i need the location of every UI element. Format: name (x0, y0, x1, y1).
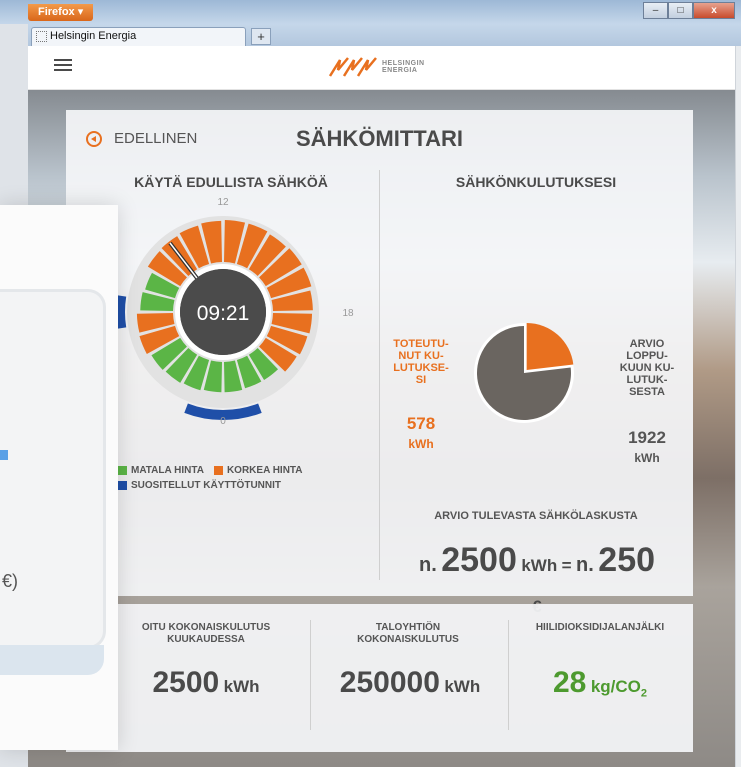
minimize-button[interactable]: – (643, 2, 668, 19)
bill-prefix-kwh: n. (418, 554, 437, 576)
lightning-logo-icon (328, 57, 377, 77)
tab-strip: Helsingin Energia + (28, 24, 741, 46)
monthly-consumption-value: 2500 (152, 666, 220, 699)
firefox-menu-button[interactable]: Firefox ▾ (28, 4, 94, 21)
recommended-hours-arc (184, 403, 262, 420)
recommended-swatch (118, 481, 127, 490)
helsingin-energia-logo[interactable]: HELSINGIN ENERGIA (328, 56, 425, 78)
device-photo-text: €) (2, 571, 19, 591)
actual-consumption-unit: kWh (408, 437, 434, 451)
estimate-consumption-label: ARVIO LOPPU- KUUN KU- LUTUK- SESTA (619, 338, 675, 398)
building-consumption-unit: kWh (444, 677, 481, 696)
maximize-button[interactable]: □ (668, 2, 693, 19)
clock-label-18: 18 (342, 308, 354, 319)
estimate-consumption-value: 1922 (628, 428, 666, 447)
recommended-label: SUOSITELLUT KÄYTTÖTUNNIT (131, 480, 281, 491)
price-legend: MATALA HINTA KORKEA HINTA SUOSITELLUT KÄ… (118, 465, 303, 495)
monthly-consumption-heading: OITU KOKONAISKULUTUS KUUKAUDESSA (141, 622, 271, 645)
device-photo: €) (0, 205, 118, 750)
building-consumption: 250000 kWh (312, 666, 508, 700)
meter-card: EDELLINEN SÄHKÖMITTARI KÄYTÄ EDULLISTA S… (66, 110, 693, 616)
carbon-unit-text: kg/CO (590, 677, 641, 696)
new-tab-button[interactable]: + (251, 28, 271, 45)
window-titlebar: Firefox ▾ – □ x (0, 0, 741, 24)
building-consumption-value: 250000 (339, 666, 440, 699)
clock-label-12: 12 (217, 197, 229, 208)
carbon-footprint-value: 28 (552, 666, 587, 699)
consumption-heading: SÄHKÖNKULUTUKSESI (455, 174, 617, 190)
monthly-consumption: 2500 kWh (106, 666, 306, 700)
device-blue-mark (0, 450, 8, 460)
logo-text: HELSINGIN ENERGIA (382, 60, 425, 74)
stats-divider-2 (508, 620, 509, 730)
vertical-scrollbar[interactable] (735, 46, 741, 767)
device-bottom-panel (0, 645, 104, 675)
carbon-unit-subscript: 2 (640, 687, 647, 700)
clock-label-0: 0 (220, 416, 226, 427)
tab-helsingin-energia[interactable]: Helsingin Energia (31, 27, 246, 46)
bill-kwh-value: 2500 (441, 541, 517, 579)
pie-slice-actual (526, 323, 574, 371)
low-price-label: MATALA HINTA (131, 465, 204, 476)
monthly-consumption-unit: kWh (223, 677, 260, 696)
consumption-pie-chart[interactable] (472, 321, 576, 425)
bill-prefix-euro: n. (576, 554, 594, 576)
bill-equals: = (561, 556, 572, 575)
close-button[interactable]: x (693, 2, 735, 19)
building-consumption-heading: TALOYHTIÖN KOKONAISKULUTUS (357, 622, 459, 645)
high-price-swatch (213, 466, 223, 475)
stats-card: OITU KOKONAISKULUTUS KUUKAUDESSA 2500 kW… (66, 604, 693, 752)
high-price-label: KORKEA HINTA (226, 465, 303, 476)
estimate-consumption-unit: kWh (634, 451, 660, 465)
actual-consumption-value: 578 (406, 414, 436, 433)
carbon-footprint-unit: kg/CO2 (590, 677, 647, 700)
carbon-footprint-heading: HIILIDIOKSIDIJALANJÄLKI (535, 622, 665, 633)
carbon-footprint: 28 kg/CO2 (512, 666, 688, 700)
clock-time: 09:21 (197, 302, 250, 325)
bill-kwh-unit: kWh (521, 556, 558, 575)
logo-line2: ENERGIA (382, 67, 418, 74)
recommended-hours-arc (115, 295, 127, 329)
device-screen (0, 289, 106, 649)
actual-consumption-label: TOTEUTU- NUT KU- LUTUKSE- SI (393, 338, 449, 386)
site-header: HELSINGIN ENERGIA (28, 46, 735, 90)
page-viewport: HELSINGIN ENERGIA EDELLINEN SÄHKÖMITTARI… (28, 46, 735, 767)
logo-line1: HELSINGIN (382, 60, 425, 67)
hamburger-menu-icon[interactable] (54, 59, 72, 75)
bill-estimate-heading: ARVIO TULEVASTA SÄHKÖLASKUSTA (434, 510, 638, 522)
stats-divider-1 (310, 620, 311, 730)
low-price-swatch (118, 466, 127, 475)
bill-euro-value: 250 (598, 541, 656, 579)
tab-title: Helsingin Energia (50, 30, 137, 42)
page-favicon-icon (36, 31, 47, 42)
firefox-menu-label: Firefox (38, 6, 75, 18)
column-divider (379, 170, 380, 580)
window-controls: – □ x (643, 2, 735, 19)
